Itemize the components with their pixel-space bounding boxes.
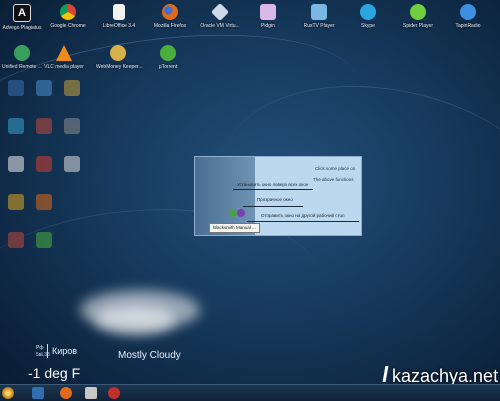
desktop-icon-label: Mozilla Firefox [153, 23, 187, 29]
faded-desktop-icon [64, 156, 80, 172]
desktop-icon-utorrent[interactable]: µTorrent [146, 45, 190, 81]
pointer-line [233, 189, 313, 190]
faded-desktop-icon [36, 80, 52, 96]
faded-desktop-icon [64, 118, 80, 134]
faded-desktop-icon [64, 80, 80, 96]
taskbar [0, 384, 500, 401]
desktop-icon-advego[interactable]: A Advego Plagiatus [0, 4, 44, 40]
desktop-icon-vlc[interactable]: VLC media player [42, 45, 86, 81]
chrome-icon [60, 4, 76, 20]
faded-desktop-icon [36, 118, 52, 134]
rustv-icon [311, 4, 327, 20]
weather-city: Киров [52, 346, 78, 356]
desktop-icon-chrome[interactable]: Google Chrome [46, 4, 90, 40]
vlc-icon [56, 45, 72, 61]
faded-desktop-icon [36, 156, 52, 172]
faded-desktop-icon [8, 80, 24, 96]
desktop-icon-label: Unified Remote ... [1, 64, 43, 70]
desktop-icon-label: Skype [361, 23, 375, 29]
faded-desktop-icon [8, 118, 24, 134]
tool-button-icon[interactable] [229, 209, 237, 217]
menu-item-send-to-desktop[interactable]: Отправить окно на другой рабочий стол [261, 213, 345, 218]
tapinradio-icon [460, 4, 476, 20]
desktop-icon-libreoffice[interactable]: LibreOffice 3.4 [97, 4, 141, 40]
taskbar-pinned-icon[interactable] [108, 387, 120, 399]
desktop-icon-firefox[interactable]: Mozilla Firefox [148, 4, 192, 40]
desktop-icon-label: Oracle VM Virtu... [200, 23, 240, 29]
weather-condition: Mostly Cloudy [118, 350, 181, 361]
desktop-icon-pidgin[interactable]: Pidgin [246, 4, 290, 40]
popup-hint-text: The above functions [313, 177, 354, 182]
desktop-icon-spider-player[interactable]: Spider Player [396, 4, 440, 40]
weather-divider [47, 344, 48, 358]
faded-desktop-icon [36, 194, 52, 210]
start-orb-icon[interactable] [2, 387, 14, 399]
faded-desktop-icon [8, 156, 24, 172]
desktop-icon-rustv[interactable]: RusTV Player [297, 4, 341, 40]
cloud-image [95, 305, 175, 335]
faded-desktop-icon [8, 194, 24, 210]
virtualbox-icon [210, 2, 230, 22]
desktop: A Advego Plagiatus Google Chrome LibreOf… [0, 0, 500, 384]
menu-item-always-on-top[interactable]: Установить окно поверх всех окон [237, 182, 308, 187]
desktop-icon-label: TapinRadio [455, 23, 481, 29]
desktop-icon-label: Advego Plagiatus [2, 25, 42, 31]
faded-desktop-icon [8, 232, 24, 248]
popup-hint-text: Click some place on [315, 166, 356, 171]
webmoney-icon [110, 45, 126, 61]
unified-remote-icon [14, 45, 30, 61]
desktop-icon-label: VLC media player [44, 64, 84, 70]
firefox-icon [162, 4, 178, 20]
desktop-icon-label: Pidgin [261, 23, 275, 29]
taskbar-pinned-icon[interactable] [60, 387, 72, 399]
taskbar-pinned-icon[interactable] [32, 387, 44, 399]
faded-desktop-icon [36, 232, 52, 248]
desktop-icon-unified-remote[interactable]: Unified Remote ... [0, 45, 44, 81]
pointer-line [247, 221, 359, 222]
weather-temperature: -1 deg F [28, 365, 81, 381]
pidgin-icon [260, 4, 276, 20]
desktop-icon-label: WebMoney Keeper... [96, 64, 143, 70]
desktop-icon-skype[interactable]: Skype [346, 4, 390, 40]
skype-icon [360, 4, 376, 20]
desktop-icon-label: µTorrent [158, 64, 178, 70]
desktop-icon-label: Spider Player [402, 23, 433, 29]
desktop-icon-webmoney[interactable]: WebMoney Keeper... [96, 45, 143, 81]
pointer-line [243, 206, 303, 207]
watermark-text: kazachya.net [392, 366, 499, 384]
weather-day: Рф [36, 345, 44, 351]
desktop-icon-label: RusTV Player [303, 23, 335, 29]
desktop-icon-tapinradio[interactable]: TapinRadio [446, 4, 490, 40]
taskbar-pinned-icon[interactable] [85, 387, 97, 399]
menu-item-transparent[interactable]: Прозрачное окно [257, 197, 293, 202]
advego-glyph: A [18, 7, 26, 19]
tooltip: Blacksmith Manual ... [209, 223, 260, 233]
desktop-icon-label: LibreOffice 3.4 [102, 23, 136, 29]
advego-icon: A [13, 4, 31, 22]
utorrent-icon [160, 45, 176, 61]
desktop-icon-virtualbox[interactable]: Oracle VM Virtu... [198, 2, 242, 40]
tool-button-icon[interactable] [237, 209, 245, 217]
libreoffice-icon [113, 4, 125, 20]
spider-player-icon [410, 4, 426, 20]
desktop-icon-label: Google Chrome [50, 23, 86, 29]
